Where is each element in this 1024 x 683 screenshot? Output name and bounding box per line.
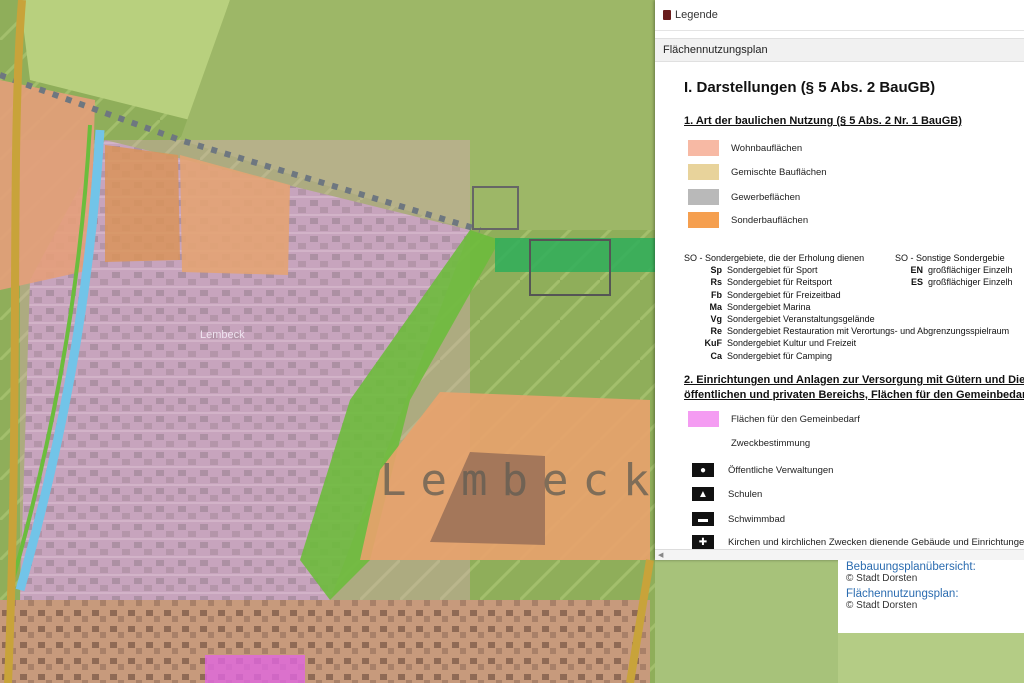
legend-label: Gewerbeflächen: [731, 191, 801, 203]
horizontal-scrollbar[interactable]: ◀: [655, 549, 1024, 560]
so-text: Sondergebiet für Sport: [727, 265, 818, 276]
mixed-use-area: [105, 145, 180, 262]
legend-item-sonderbau: Sonderbauflächen: [688, 212, 808, 228]
legend-label: Sonderbauflächen: [731, 214, 809, 226]
heading-versorgung-line2: öffentlichen und privaten Bereichs, Fläc…: [684, 389, 1024, 401]
swatch-sonderbau: [688, 212, 719, 228]
so-code: Ca: [710, 350, 722, 361]
legend-header[interactable]: Legende: [655, 0, 1024, 31]
legend-label: Kirchen und kirchlichen Zwecken dienende…: [728, 536, 1024, 548]
swatch-gewerbe: [688, 189, 719, 205]
legend-item-wohnbau: Wohnbauflächen: [688, 140, 802, 156]
fnp-copyright: © Stadt Dorsten: [846, 600, 918, 611]
legend-label: Öffentliche Verwaltungen: [728, 464, 834, 476]
triangle-icon: ▲: [692, 487, 714, 501]
fnp-link[interactable]: Flächennutzungsplan:: [846, 588, 1024, 600]
legend-item-gewerbe: Gewerbeflächen: [688, 189, 800, 205]
so-code: KuF: [704, 338, 723, 349]
swatch-gemeinbedarf: [688, 411, 719, 427]
so-text: Sondergebiet Veranstaltungsgelände: [727, 314, 875, 325]
zweckbestimmung-label: Zweckbestimmung: [731, 438, 810, 449]
legend-title: Legende: [675, 9, 718, 21]
so-code: Rs: [710, 277, 722, 288]
heading-art-nutzung: 1. Art der baulichen Nutzung (§ 5 Abs. 2…: [684, 115, 962, 127]
so-code: Fb: [711, 289, 722, 300]
legend-label: Zweckbestimmung: [731, 438, 811, 449]
legend-panel: Legende Flächennutzungsplan I. Darstellu…: [655, 0, 1024, 560]
bebauungsplan-copyright: © Stadt Dorsten: [846, 573, 918, 584]
so-title-text: SO - Sondergebiete, die der Erholung die…: [684, 253, 865, 263]
community-area: [205, 655, 305, 683]
so-text: Sondergebiet Restauration mit Verortungs…: [727, 326, 1010, 337]
so-code: Re: [710, 326, 722, 337]
map-label-small: Lembeck: [200, 329, 245, 341]
so-text: Sondergebiet Kultur und Freizeit: [727, 338, 857, 349]
so-code: EN: [910, 265, 923, 276]
swatch-wohnbau: [688, 140, 719, 156]
legend-item-verwaltung: ● Öffentliche Verwaltungen: [688, 463, 833, 477]
sondergebiete-list: SO - Sondergebiete, die der Erholung die…: [684, 252, 1013, 362]
so-code: Vg: [710, 314, 722, 325]
legend-item-kirchen: ✚ Kirchen und kirchlichen Zwecken dienen…: [688, 535, 1024, 549]
legend-item-schulen: ▲ Schulen: [688, 487, 762, 501]
so-text: Sondergebiet für Camping: [727, 350, 833, 361]
so-text: großflächiger Einzelh: [928, 265, 1013, 276]
legend-label: Schulen: [728, 488, 763, 500]
heading-main: I. Darstellungen (§ 5 Abs. 2 BauGB): [684, 79, 936, 96]
wave-pool-icon: ▬: [692, 512, 714, 526]
bebauungsplan-link[interactable]: Bebauungsplanübersicht:: [846, 561, 1024, 573]
so-code: Ma: [709, 301, 722, 312]
so-text: großflächiger Einzelh: [928, 277, 1013, 288]
field-lower-right-2: [838, 633, 1024, 683]
legend-label: Flächen für den Gemeinbedarf: [731, 413, 860, 425]
so-right-column: SO - Sonstige Sondergebie EN großflächige…: [895, 252, 1013, 289]
legend-item-gemischt: Gemischte Bauflächen: [688, 164, 827, 180]
map-label-large: Lembeck: [380, 455, 663, 506]
green-strip: [495, 238, 655, 272]
legend-label: Schwimmbad: [728, 513, 786, 525]
legend-item-schwimmbad: ▬ Schwimmbad: [688, 512, 785, 526]
field-lower-right: [655, 560, 838, 683]
so-text: Sondergebiet für Freizeitbad: [727, 289, 841, 300]
attribution-box: Bebauungsplanübersicht: © Stadt Dorsten …: [838, 560, 1024, 633]
so-code: Sp: [710, 265, 722, 276]
so-right-title: SO - Sonstige Sondergebie: [895, 253, 1005, 263]
section-title: Flächennutzungsplan: [663, 44, 768, 56]
heading-versorgung-line1: 2. Einrichtungen und Anlagen zur Versorg…: [684, 374, 1024, 386]
legend-label: Wohnbauflächen: [731, 142, 803, 154]
circle-in-square-icon: ●: [692, 463, 714, 477]
section-flaechennutzungsplan[interactable]: Flächennutzungsplan: [655, 38, 1024, 62]
town-south: [0, 600, 650, 683]
legend-content[interactable]: I. Darstellungen (§ 5 Abs. 2 BauGB) 1. A…: [655, 62, 1024, 550]
cross-icon: ✚: [692, 535, 714, 549]
legend-item-gemeinbedarf: Flächen für den Gemeinbedarf: [688, 411, 860, 427]
so-text: Sondergebiet für Reitsport: [727, 277, 833, 288]
book-icon: [663, 10, 671, 20]
heading-versorgung: 2. Einrichtungen und Anlagen zur Versorg…: [684, 373, 1024, 403]
so-code: ES: [910, 277, 923, 288]
scroll-left-icon[interactable]: ◀: [658, 551, 663, 559]
so-text: Sondergebiet Marina: [727, 301, 811, 312]
legend-label: Gemischte Bauflächen: [731, 166, 827, 178]
swatch-gemischt: [688, 164, 719, 180]
